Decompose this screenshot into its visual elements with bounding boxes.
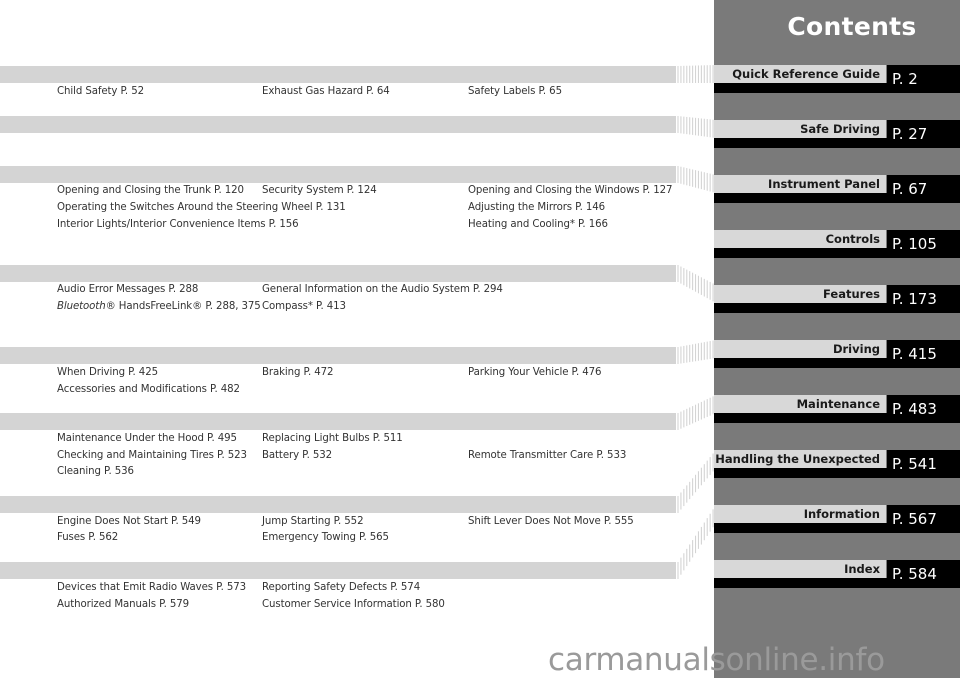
nav-label: Features [714, 285, 886, 303]
toc-entry[interactable]: Safety Labels P. 65 [468, 86, 562, 97]
toc-entry[interactable]: Accessories and Modifications P. 482 [57, 384, 240, 395]
nav-page: P. 483 [887, 395, 960, 423]
nav-label: Instrument Panel [714, 175, 886, 193]
connector-hatch [677, 65, 716, 83]
toc-entry[interactable]: Opening and Closing the Windows P. 127 [468, 185, 673, 196]
toc-entry[interactable]: General Information on the Audio System … [262, 284, 503, 295]
toc-entry[interactable]: Maintenance Under the Hood P. 495 [57, 433, 237, 444]
connector-hatch [677, 450, 716, 513]
toc-entry[interactable]: Heating and Cooling* P. 166 [468, 219, 608, 230]
connector-hatch [677, 340, 716, 364]
nav-page: P. 173 [887, 285, 960, 313]
nav-page: P. 27 [887, 120, 960, 148]
connector-hatch [677, 116, 716, 138]
nav-page: P. 584 [887, 560, 960, 588]
section-band-controls [0, 166, 676, 183]
watermark: carmanualsonline.info [548, 642, 885, 678]
section-band-driving [0, 347, 676, 364]
toc-entry[interactable]: Opening and Closing the Trunk P. 120 [57, 185, 244, 196]
nav-label: Controls [714, 230, 886, 248]
toc-entry[interactable]: Devices that Emit Radio Waves P. 573 [57, 582, 246, 593]
contents-body: Child Safety P. 52 Exhaust Gas Hazard P.… [0, 0, 716, 678]
toc-entry[interactable]: Authorized Manuals P. 579 [57, 599, 189, 610]
toc-entry[interactable]: Operating the Switches Around the Steeri… [57, 202, 346, 213]
nav-handling-the-unexpected[interactable]: Handling the Unexpected P. 541 [714, 450, 960, 480]
section-band-handling [0, 496, 676, 513]
page-title: Contents [787, 12, 917, 41]
toc-entry[interactable]: Remote Transmitter Care P. 533 [468, 450, 626, 461]
toc-entry[interactable]: Reporting Safety Defects P. 574 [262, 582, 420, 593]
toc-entry[interactable]: Emergency Towing P. 565 [262, 532, 389, 543]
section-band-information [0, 562, 676, 579]
section-band-safe-driving [0, 66, 676, 83]
nav-page: P. 567 [887, 505, 960, 533]
section-band-instrument-panel [0, 116, 676, 133]
nav-maintenance[interactable]: Maintenance P. 483 [714, 395, 960, 425]
section-band-maintenance [0, 413, 676, 430]
connector-hatch [677, 395, 716, 430]
nav-label: Quick Reference Guide [714, 65, 886, 83]
connector-hatch [677, 166, 716, 193]
toc-entry[interactable]: Fuses P. 562 [57, 532, 118, 543]
nav-page: P. 541 [887, 450, 960, 478]
toc-entry[interactable]: Security System P. 124 [262, 185, 377, 196]
nav-label: Driving [714, 340, 886, 358]
toc-entry[interactable]: Audio Error Messages P. 288 [57, 284, 198, 295]
handsfreelink-label: ® HandsFreeLink® P. 288, 375 [105, 301, 261, 312]
toc-entry[interactable]: Braking P. 472 [262, 367, 333, 378]
toc-entry[interactable]: Exhaust Gas Hazard P. 64 [262, 86, 390, 97]
toc-entry[interactable]: Cleaning P. 536 [57, 466, 134, 477]
toc-entry[interactable]: Adjusting the Mirrors P. 146 [468, 202, 605, 213]
nav-label: Safe Driving [714, 120, 886, 138]
toc-entry[interactable]: Parking Your Vehicle P. 476 [468, 367, 602, 378]
toc-entry[interactable]: Engine Does Not Start P. 549 [57, 516, 201, 527]
nav-instrument-panel[interactable]: Instrument Panel P. 67 [714, 175, 960, 205]
nav-index[interactable]: Index P. 584 [714, 560, 960, 590]
toc-entry[interactable]: Interior Lights/Interior Convenience Ite… [57, 219, 299, 230]
nav-features[interactable]: Features P. 173 [714, 285, 960, 315]
nav-controls[interactable]: Controls P. 105 [714, 230, 960, 260]
nav-label: Handling the Unexpected [714, 450, 886, 468]
toc-entry[interactable]: Replacing Light Bulbs P. 511 [262, 433, 403, 444]
section-band-features [0, 265, 676, 282]
nav-safe-driving[interactable]: Safe Driving P. 27 [714, 120, 960, 150]
toc-entry[interactable]: Jump Starting P. 552 [262, 516, 364, 527]
nav-quick-reference-guide[interactable]: Quick Reference Guide P. 2 [714, 65, 960, 95]
connector-hatch [677, 505, 716, 579]
toc-entry[interactable]: Customer Service Information P. 580 [262, 599, 445, 610]
connector-hatch [677, 265, 716, 303]
nav-label: Index [714, 560, 886, 578]
toc-entry[interactable]: Battery P. 532 [262, 450, 332, 461]
nav-label: Information [714, 505, 886, 523]
nav-driving[interactable]: Driving P. 415 [714, 340, 960, 370]
toc-entry[interactable]: Child Safety P. 52 [57, 86, 144, 97]
toc-entry[interactable]: When Driving P. 425 [57, 367, 158, 378]
toc-entry[interactable]: Shift Lever Does Not Move P. 555 [468, 516, 634, 527]
toc-entry[interactable]: Checking and Maintaining Tires P. 523 [57, 450, 247, 461]
nav-page: P. 2 [887, 65, 960, 93]
nav-label: Maintenance [714, 395, 886, 413]
contents-sidebar: Contents Quick Reference Guide P. 2 Safe… [714, 0, 960, 678]
toc-entry[interactable]: Compass* P. 413 [262, 301, 346, 312]
nav-page: P. 67 [887, 175, 960, 203]
nav-page: P. 105 [887, 230, 960, 258]
bluetooth-label: Bluetooth [57, 301, 106, 312]
nav-information[interactable]: Information P. 567 [714, 505, 960, 535]
toc-entry-bluetooth[interactable]: Bluetooth® HandsFreeLink® P. 288, 375 [57, 301, 261, 312]
connector-hatching [677, 65, 716, 579]
nav-page: P. 415 [887, 340, 960, 368]
